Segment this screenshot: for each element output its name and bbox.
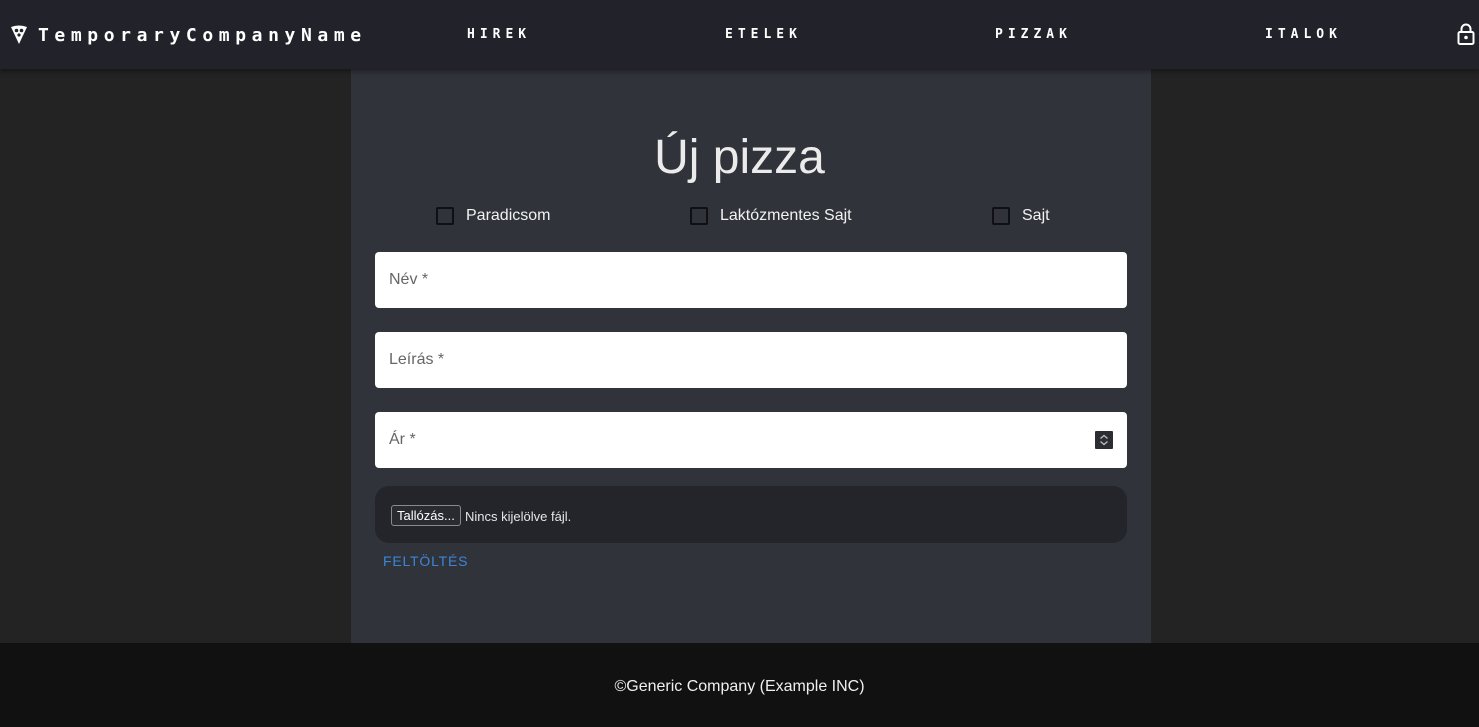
nav-link-pizzak[interactable]: PIZZAK — [995, 27, 1072, 42]
file-status: Nincs kijelölve fájl. — [465, 509, 572, 524]
nav-link-etelek[interactable]: ETELEK — [725, 27, 802, 42]
checkbox-label: Sajt — [1022, 207, 1050, 224]
nav-link-italok[interactable]: ITALOK — [1265, 27, 1342, 42]
description-field-label: Leírás * — [389, 351, 445, 368]
file-upload-box: Tallózás... Nincs kijelölve fájl. — [375, 486, 1127, 543]
browse-button[interactable]: Tallózás... — [391, 505, 461, 526]
brand-name: TemporaryCompanyName — [38, 24, 367, 46]
footer: ©Generic Company (Example INC) — [0, 643, 1479, 727]
topping-checkbox-paradicsom[interactable]: Paradicsom — [436, 206, 550, 226]
checkbox-label: Paradicsom — [466, 207, 551, 224]
number-spinner-icon[interactable] — [1095, 431, 1113, 449]
topping-checkbox-laktozmentes-sajt[interactable]: Laktózmentes Sajt — [690, 206, 852, 226]
pizza-slice-icon — [11, 25, 27, 44]
checkbox[interactable] — [690, 207, 708, 225]
name-field[interactable]: Név * — [375, 252, 1127, 308]
page-title: Új pizza — [654, 131, 825, 184]
footer-copyright: ©Generic Company (Example INC) — [614, 678, 865, 695]
price-field[interactable]: Ár * — [375, 412, 1127, 468]
brand[interactable]: TemporaryCompanyName — [10, 22, 367, 48]
checkbox[interactable] — [436, 207, 454, 225]
upload-button[interactable]: FELTÖLTÉS — [383, 553, 468, 569]
checkbox[interactable] — [992, 207, 1010, 225]
price-field-label: Ár * — [389, 431, 416, 448]
top-navbar: TemporaryCompanyName HIREK ETELEK PIZZAK… — [0, 0, 1479, 69]
checkbox-label: Laktózmentes Sajt — [720, 207, 852, 224]
name-field-label: Név * — [389, 271, 429, 288]
lock-icon[interactable] — [1457, 23, 1475, 45]
nav-link-hirek[interactable]: HIREK — [467, 27, 531, 42]
topping-checkbox-sajt[interactable]: Sajt — [992, 206, 1050, 226]
description-field[interactable]: Leírás * — [375, 332, 1127, 388]
